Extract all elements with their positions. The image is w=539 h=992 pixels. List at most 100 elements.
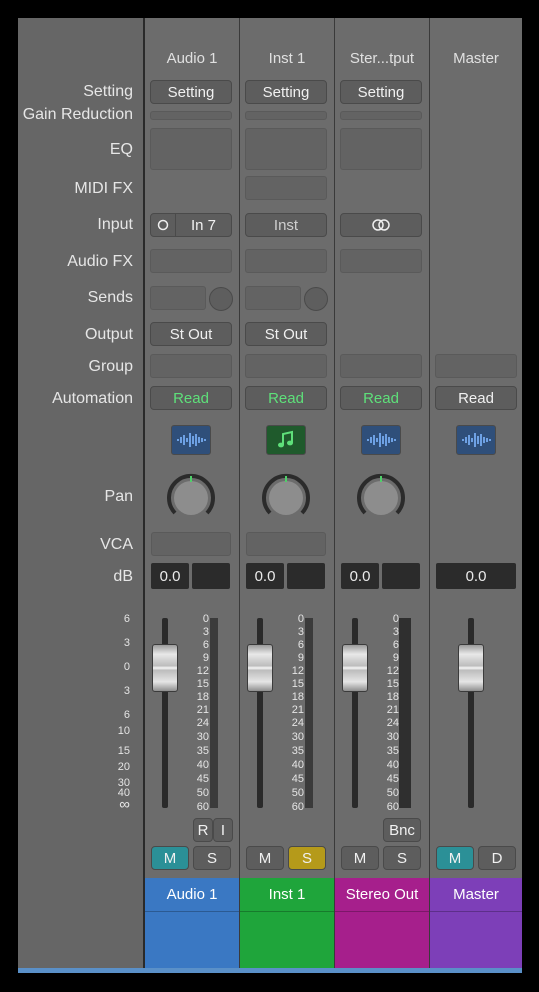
pan-knob[interactable]: [261, 473, 311, 523]
volume-db-display[interactable]: 0.0: [341, 563, 379, 589]
track-name-bar[interactable]: Master: [430, 878, 522, 912]
meter-tick-label: 12: [196, 665, 209, 677]
channel-strip-stereo-out: Ster...tput Setting Read 0.0 0 3 6 9 12 …: [335, 18, 430, 968]
scale-tick-label: 6: [123, 613, 130, 625]
volume-fader-handle[interactable]: [342, 644, 368, 692]
group-slot[interactable]: [150, 354, 232, 378]
send-level-knob[interactable]: [304, 287, 328, 311]
mute-button[interactable]: M: [341, 846, 379, 870]
meter-tick-label: 35: [196, 745, 209, 757]
automation-mode-button[interactable]: Read: [245, 386, 327, 410]
level-meter: [399, 618, 411, 808]
automation-mode-button[interactable]: Read: [340, 386, 422, 410]
mute-button[interactable]: M: [436, 846, 474, 870]
instrument-slot[interactable]: Inst: [245, 213, 327, 237]
meter-tick-label: 21: [196, 704, 209, 716]
gain-reduction-meter: [245, 111, 327, 120]
bounce-button[interactable]: Bnc: [383, 818, 421, 842]
meter-tick-label: 12: [291, 665, 304, 677]
vca-slot[interactable]: [151, 532, 231, 556]
meter-tick-label: 3: [297, 626, 304, 638]
label-group: Group: [88, 358, 133, 375]
meter-tick-label: 18: [291, 691, 304, 703]
volume-fader-handle[interactable]: [152, 644, 178, 692]
waveform-icon[interactable]: [361, 425, 401, 455]
waveform-icon[interactable]: [456, 425, 496, 455]
group-slot[interactable]: [245, 354, 327, 378]
volume-db-display[interactable]: 0.0: [246, 563, 284, 589]
meter-tick-label: 35: [386, 745, 399, 757]
music-note-icon[interactable]: [266, 425, 306, 455]
label-eq: EQ: [109, 141, 133, 158]
label-gain-reduction: Gain Reduction: [22, 106, 133, 123]
channel-strip-audio-1: Audio 1 Setting In 7 St Out Read 0.0 6 3…: [118, 18, 240, 968]
gain-reduction-meter: [340, 111, 422, 120]
scale-tick-label: 20: [117, 761, 130, 773]
meter-tick-label: 24: [196, 717, 209, 729]
mute-button[interactable]: M: [246, 846, 284, 870]
gain-reduction-meter: [150, 111, 232, 120]
scale-tick-label: 15: [117, 745, 130, 757]
automation-mode-button[interactable]: Read: [150, 386, 232, 410]
input-monitoring-button[interactable]: I: [213, 818, 233, 842]
level-meter: [305, 618, 313, 808]
vca-slot[interactable]: [246, 532, 326, 556]
volume-fader-handle[interactable]: [247, 644, 273, 692]
input-selector[interactable]: In 7: [150, 213, 232, 237]
eq-slot[interactable]: [340, 128, 422, 170]
strip-name: Ster...tput: [349, 50, 415, 67]
horizontal-scrollbar[interactable]: [18, 968, 522, 973]
eq-slot[interactable]: [150, 128, 232, 170]
volume-db-display[interactable]: 0.0: [151, 563, 189, 589]
setting-button[interactable]: Setting: [340, 80, 422, 104]
output-button[interactable]: St Out: [245, 322, 327, 346]
peak-level-display: [192, 563, 230, 589]
meter-tick-label: 24: [386, 717, 399, 729]
label-sends: Sends: [87, 289, 133, 306]
midi-fx-slot[interactable]: [245, 176, 327, 200]
solo-button[interactable]: S: [193, 846, 231, 870]
volume-fader-handle[interactable]: [458, 644, 484, 692]
scale-tick-label: 10: [117, 725, 130, 737]
record-enable-button[interactable]: R: [193, 818, 213, 842]
dim-button[interactable]: D: [478, 846, 516, 870]
label-output: Output: [84, 326, 133, 343]
meter-tick-label: 0: [202, 613, 209, 625]
input-format-mono-icon[interactable]: [151, 214, 176, 236]
mixer-window: Setting Gain Reduction EQ MIDI FX Input …: [18, 18, 522, 973]
audio-fx-slot[interactable]: [150, 249, 232, 273]
automation-mode-button[interactable]: Read: [435, 386, 517, 410]
group-slot[interactable]: [340, 354, 422, 378]
meter-tick-label: 15: [291, 678, 304, 690]
pan-knob[interactable]: [356, 473, 406, 523]
setting-button[interactable]: Setting: [245, 80, 327, 104]
eq-slot[interactable]: [245, 128, 327, 170]
track-name-bar[interactable]: Inst 1: [240, 878, 334, 912]
solo-button[interactable]: S: [288, 846, 326, 870]
audio-fx-slot[interactable]: [340, 249, 422, 273]
label-setting: Setting: [83, 83, 133, 100]
track-name-bar[interactable]: Stereo Out: [335, 878, 429, 912]
solo-button[interactable]: S: [383, 846, 421, 870]
volume-db-display[interactable]: 0.0: [436, 563, 516, 589]
setting-button[interactable]: Setting: [150, 80, 232, 104]
mute-button[interactable]: M: [151, 846, 189, 870]
send-level-knob[interactable]: [209, 287, 233, 311]
group-slot[interactable]: [435, 354, 517, 378]
track-name-bar[interactable]: Audio 1: [145, 878, 239, 912]
stereo-input-format-icon[interactable]: [340, 213, 422, 237]
label-pan: Pan: [104, 488, 133, 505]
output-button[interactable]: St Out: [150, 322, 232, 346]
send-slot[interactable]: [150, 286, 206, 310]
meter-tick-label: 35: [291, 745, 304, 757]
meter-tick-label: 15: [196, 678, 209, 690]
audio-fx-slot[interactable]: [245, 249, 327, 273]
meter-tick-label: 6: [202, 639, 209, 651]
send-slot[interactable]: [245, 286, 301, 310]
meter-tick-label: 12: [386, 665, 399, 677]
label-db: dB: [113, 568, 133, 585]
pan-knob[interactable]: [166, 473, 216, 523]
meter-tick-label: 40: [291, 759, 304, 771]
waveform-icon[interactable]: [171, 425, 211, 455]
meter-tick-label: 60: [386, 801, 399, 813]
